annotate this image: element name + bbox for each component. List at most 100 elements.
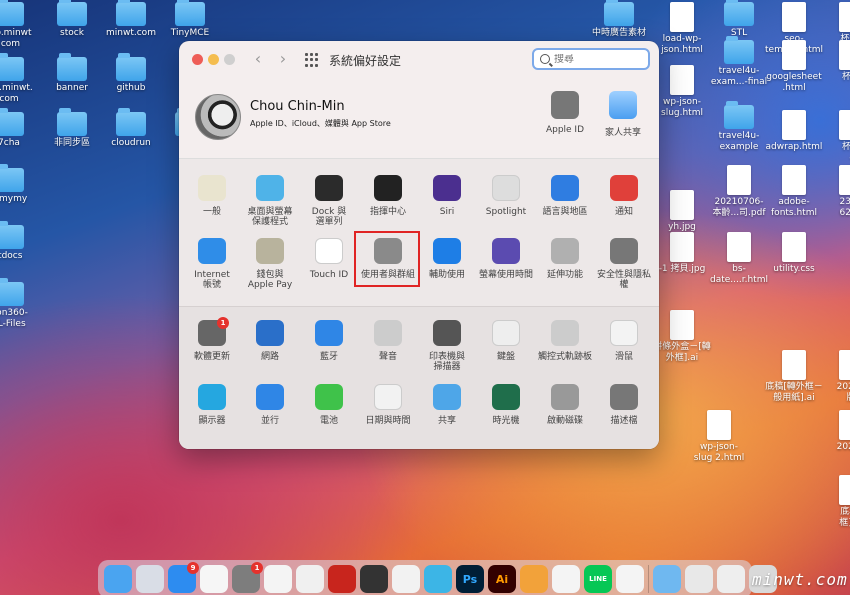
photos-icon[interactable]	[200, 565, 228, 593]
launchpad-icon[interactable]	[136, 565, 164, 593]
pane-security-privacy[interactable]: 安全性與隱私權	[594, 238, 654, 290]
sublime-text-icon[interactable]	[360, 565, 388, 593]
desktop-right-item[interactable]: 底稿[ 框].ai	[812, 475, 850, 529]
pane-screen-time[interactable]: 螢幕使用時間	[476, 238, 536, 280]
user-name: Chou Chin-Min	[250, 99, 345, 114]
search-field[interactable]	[532, 48, 650, 70]
show-all-grid-icon[interactable]	[305, 53, 319, 67]
pane-sound[interactable]: 聲音	[358, 320, 418, 362]
pane-trackpad[interactable]: 觸控式軌跡板	[535, 320, 595, 362]
documents-stack-icon[interactable]	[685, 565, 713, 593]
avatar[interactable]	[195, 94, 241, 140]
desktop-left-item[interactable]: github	[92, 53, 170, 94]
desktop-right-item[interactable]: 杯墊	[812, 40, 850, 83]
chrome-icon[interactable]	[264, 565, 292, 593]
pane-network[interactable]: 網路	[240, 320, 300, 362]
finder-icon[interactable]	[104, 565, 132, 593]
desktop-right-item[interactable]: 杯墊-	[812, 2, 850, 45]
pane-label: 啟動磁碟	[546, 416, 583, 426]
desktop-item-label: 杯墊	[841, 72, 850, 82]
minimize-button[interactable]	[208, 54, 219, 65]
files-stack-icon[interactable]	[717, 565, 745, 593]
desktop-right-item[interactable]: 20211 版	[812, 350, 850, 404]
pane-mouse[interactable]: 滑鼠	[594, 320, 654, 362]
pane-apple-id[interactable]: Apple ID	[535, 91, 595, 135]
file-icon	[839, 475, 850, 505]
pane-accessibility[interactable]: 輔助使用	[417, 238, 477, 280]
desktop-left-item[interactable]: itdocs	[0, 221, 48, 262]
forward-button[interactable]: ›	[274, 50, 292, 68]
pane-displays[interactable]: 顯示器	[182, 384, 242, 426]
pane-notifications[interactable]: 通知	[594, 175, 654, 217]
pane-date-time[interactable]: 日期與時間	[358, 384, 418, 426]
system-preferences-icon[interactable]: 1	[232, 562, 263, 593]
pane-users-groups[interactable]: 使用者與群組	[354, 231, 420, 287]
close-button[interactable]	[192, 54, 203, 65]
pane-language-region[interactable]: 語言與地區	[535, 175, 595, 217]
pane-touch-id[interactable]: Touch ID	[299, 238, 359, 280]
app-store-icon[interactable]: 9	[168, 562, 199, 593]
desktop-item-label: 杯墊 -	[841, 142, 850, 163]
profiles-icon	[610, 384, 638, 410]
pane-family-sharing[interactable]: 家人共享	[593, 91, 653, 138]
pane-general[interactable]: 一般	[182, 175, 242, 217]
dock: 9 1 Ps Ai LINE	[98, 560, 777, 595]
pane-sharing[interactable]: 共享	[417, 384, 477, 426]
pane-time-machine[interactable]: 時光機	[476, 384, 536, 426]
screen-time-icon	[492, 238, 520, 264]
paper-clip-app-icon[interactable]	[424, 565, 452, 593]
desktop-item-label: wp-json- slug 2.html	[693, 442, 745, 463]
search-input[interactable]	[554, 53, 634, 65]
desktop-right-item[interactable]: wp-json- slug 2.html	[680, 410, 758, 464]
desktop-right-item[interactable]: 2351 6248	[812, 165, 850, 219]
pane-internet-accounts[interactable]: Internet 帳號	[182, 238, 242, 290]
pane-label: 螢幕使用時間	[478, 270, 533, 280]
font-app-icon[interactable]	[520, 565, 548, 593]
pane-bluetooth[interactable]: 藍牙	[299, 320, 359, 362]
date-time-icon	[374, 384, 402, 410]
downloads-folder-icon[interactable]	[653, 565, 681, 593]
pane-software-update[interactable]: 1 軟體更新	[182, 317, 242, 362]
pane-desktop-screensaver[interactable]: 桌面與螢幕 保護程式	[240, 175, 300, 227]
pane-dock[interactable]: Dock 與 選單列	[299, 175, 359, 227]
pane-mission-control[interactable]: 指揮中心	[358, 175, 418, 217]
file-icon	[839, 2, 850, 32]
photoshop-icon[interactable]: Ps	[456, 565, 484, 593]
mouse-icon	[610, 320, 638, 346]
pane-sidecar[interactable]: 並行	[240, 384, 300, 426]
messenger-icon[interactable]	[552, 565, 580, 593]
desktop-left-item[interactable]: tion360- TL-Files	[0, 278, 48, 330]
pane-label: 顯示器	[198, 416, 226, 426]
desktop-left-item[interactable]: TinyMCE	[151, 0, 229, 39]
desktop-right-item[interactable]: 杯墊 -	[812, 110, 850, 164]
pane-siri[interactable]: Siri	[417, 175, 477, 217]
pane-wallet[interactable]: 錢包與 Apple Pay	[240, 238, 300, 290]
desktop-right-item[interactable]: 20211	[812, 410, 850, 453]
file-icon	[782, 350, 806, 380]
pane-label: 軟體更新	[193, 352, 230, 362]
line-icon[interactable]: LINE	[584, 565, 612, 593]
pane-printers[interactable]: 印表機與 掃描器	[417, 320, 477, 372]
pane-spotlight[interactable]: Spotlight	[476, 175, 536, 217]
filezilla-icon[interactable]	[328, 565, 356, 593]
pane-label: 一般	[202, 207, 221, 217]
transmit-icon[interactable]	[616, 565, 644, 593]
pane-battery[interactable]: 電池	[299, 384, 359, 426]
elephant-app-icon[interactable]	[296, 565, 324, 593]
pane-extensions[interactable]: 延伸功能	[535, 238, 595, 280]
sidecar-icon	[256, 384, 284, 410]
zoom-button[interactable]	[224, 54, 235, 65]
file-icon	[670, 232, 694, 262]
pane-profiles[interactable]: 描述檔	[594, 384, 654, 426]
pane-keyboard[interactable]: 鍵盤	[476, 320, 536, 362]
pane-label: 輔助使用	[428, 270, 465, 280]
folder-icon	[57, 108, 87, 136]
back-button[interactable]: ‹	[249, 50, 267, 68]
vscode-icon[interactable]	[392, 565, 420, 593]
desktop-right-item[interactable]: utility.css	[755, 232, 833, 275]
illustrator-icon[interactable]: Ai	[488, 565, 516, 593]
pane-startup-disk[interactable]: 啟動磁碟	[535, 384, 595, 426]
desktop-left-item[interactable]: himymy	[0, 164, 48, 205]
folder-icon	[0, 221, 24, 249]
folder-icon	[604, 0, 634, 26]
